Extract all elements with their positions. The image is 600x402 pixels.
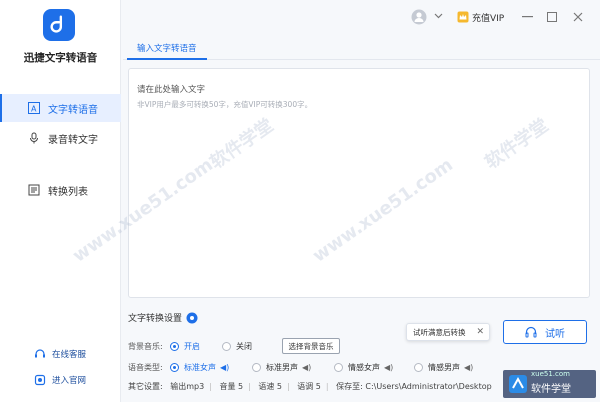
brand-name: 软件学堂 (531, 383, 571, 395)
listen-label: 试听 (545, 328, 565, 340)
maximize-button[interactable] (545, 10, 559, 24)
other-settings-row: 其它设置: 输出mp3 | 音量 5 | 语速 5 | 语调 5 | 保存至: C:\U… (128, 382, 492, 391)
vip-label: 充值VIP (472, 13, 505, 24)
brand-sub: xue51.com (531, 370, 570, 378)
bg-music-off-radio[interactable]: 关闭 (222, 341, 252, 352)
listen-button[interactable]: 试听 (503, 320, 587, 344)
pitch-setting[interactable]: 语调 5 (297, 382, 321, 391)
bg-music-on-radio[interactable]: 开启 (170, 341, 200, 352)
sidebar-item-label: 文字转语音 (48, 104, 98, 116)
app-name: 迅捷文字转语音 (23, 52, 98, 64)
save-path[interactable]: 保存至: C:\Users\Administrator\Desktop (336, 382, 492, 391)
text-input-hint: 非VIP用户最多可转换50字，充值VIP可转换300字。 (137, 100, 313, 109)
maximize-icon (547, 12, 557, 22)
voice-emotional-male-radio[interactable]: 情感男声 ◀) (414, 362, 473, 373)
account-dropdown[interactable] (432, 10, 444, 22)
recharge-vip-button[interactable]: 充值VIP (457, 8, 504, 26)
radio-dot (170, 363, 179, 372)
radio-dot (334, 363, 343, 372)
minimize-button[interactable] (520, 10, 534, 24)
chevron-down-icon (434, 13, 442, 19)
brand-logo-icon (509, 375, 527, 393)
select-bg-music-button[interactable]: 选择背景音乐 (282, 338, 340, 354)
user-icon (411, 9, 427, 25)
tab-bar: 输入文字转语音 (123, 38, 600, 60)
sidebar: 迅捷文字转语音 A 文字转语音 录音转文字 转换列表 在线客服 进入官网 (0, 0, 121, 402)
list-icon (28, 184, 40, 196)
sidebar-item-label: 转换列表 (48, 186, 88, 198)
bg-music-label: 背景音乐: (128, 342, 163, 351)
voice-type-label: 语音类型: (128, 363, 163, 372)
online-support-link[interactable]: 在线客服 (34, 348, 86, 360)
radio-dot (252, 363, 261, 372)
text-input-placeholder: 请在此处输入文字 (137, 85, 206, 95)
speaker-icon[interactable]: ◀) (220, 363, 229, 372)
text-to-speech-icon: A (28, 102, 40, 114)
close-button[interactable] (571, 10, 585, 24)
radio-dot (222, 342, 231, 351)
user-avatar[interactable] (410, 8, 428, 26)
close-tooltip-icon[interactable]: ✕ (476, 327, 484, 337)
minimize-icon (521, 16, 533, 18)
online-support-label: 在线客服 (52, 350, 87, 360)
speed-setting[interactable]: 语速 5 (258, 382, 282, 391)
headset-icon (34, 348, 46, 360)
sidebar-item-label: 录音转文字 (48, 134, 98, 146)
svg-text:A: A (31, 105, 37, 114)
microphone-icon (28, 132, 40, 144)
speaker-icon[interactable]: ◀) (384, 363, 393, 372)
official-site-label: 进入官网 (52, 376, 87, 386)
listen-tooltip: 试听满意后转换 ✕ (406, 323, 490, 341)
globe-icon (34, 374, 46, 386)
tab-input-text-to-speech[interactable]: 输入文字转语音 (127, 38, 207, 60)
radio-dot (414, 363, 423, 372)
voice-emotional-female-radio[interactable]: 情感女声 ◀) (334, 362, 393, 373)
sidebar-item-speech-to-text[interactable]: 录音转文字 (0, 124, 121, 152)
vip-crown-icon (457, 11, 469, 23)
speaker-icon[interactable]: ◀) (464, 363, 473, 372)
conversion-settings-title: 文字转换设置 (128, 311, 198, 324)
gear-icon[interactable] (186, 312, 198, 324)
official-site-link[interactable]: 进入官网 (34, 374, 86, 386)
volume-setting[interactable]: 音量 5 (219, 382, 243, 391)
speaker-icon[interactable]: ◀) (302, 363, 311, 372)
sidebar-item-text-to-speech[interactable]: A 文字转语音 (0, 94, 121, 122)
sidebar-item-conversion-list[interactable]: 转换列表 (0, 176, 121, 204)
tooltip-text: 试听满意后转换 (413, 327, 466, 337)
other-settings-label: 其它设置: (128, 382, 163, 391)
watermark-brand-badge: xue51.com 软件学堂 (503, 370, 596, 398)
headphones-icon (525, 326, 537, 338)
radio-dot (170, 342, 179, 351)
close-icon (573, 12, 583, 22)
voice-standard-female-radio[interactable]: 标准女声 ◀) (170, 362, 229, 373)
text-input-area[interactable]: 请在此处输入文字 非VIP用户最多可转换50字，充值VIP可转换300字。 (128, 68, 590, 298)
voice-standard-male-radio[interactable]: 标准男声 ◀) (252, 362, 311, 373)
app-logo (43, 9, 75, 41)
output-format[interactable]: 输出mp3 (170, 382, 204, 391)
logo-icon (50, 15, 63, 33)
